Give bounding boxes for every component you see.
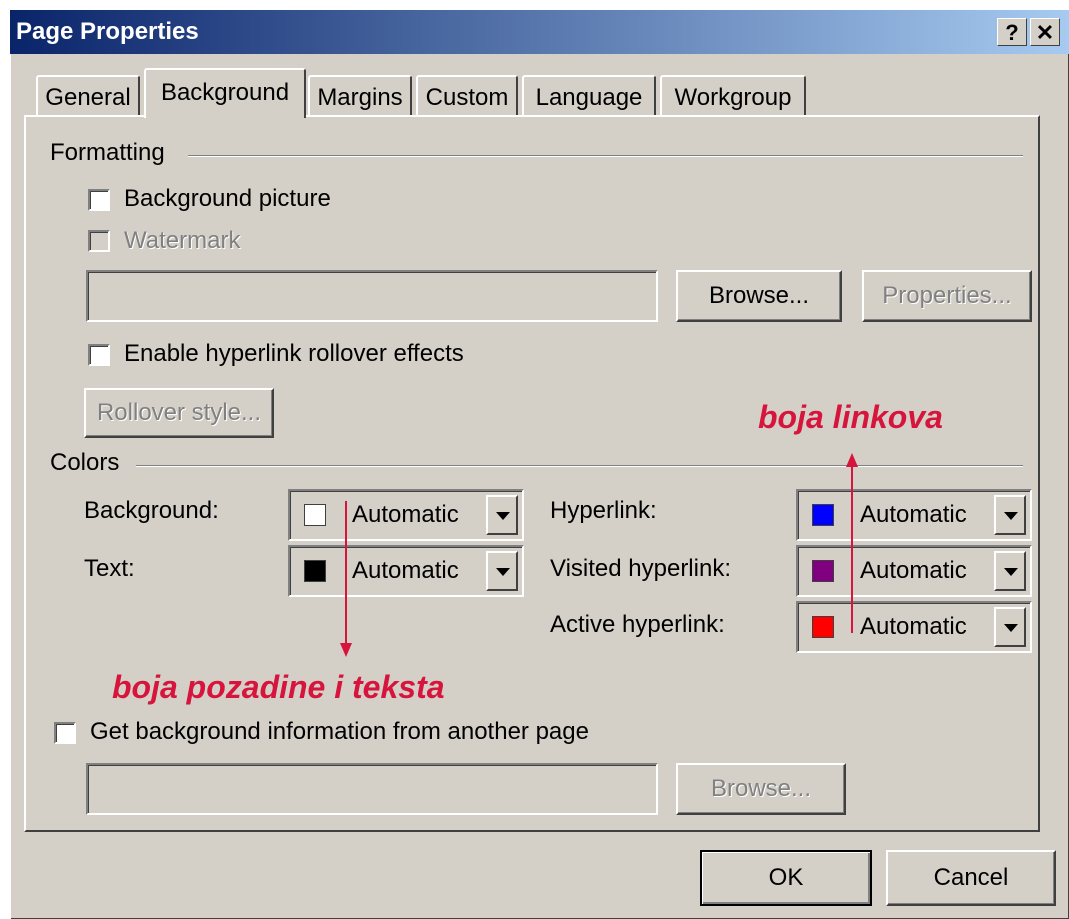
dialog-title: Page Properties xyxy=(16,18,199,45)
cancel-button[interactable]: Cancel xyxy=(886,850,1056,906)
title-bar: Page Properties ? ✕ xyxy=(10,10,1069,54)
tab-custom[interactable]: Custom xyxy=(416,75,518,117)
tab-margins[interactable]: Margins xyxy=(308,75,412,117)
tab-workgroup[interactable]: Workgroup xyxy=(660,75,806,117)
background-tab-panel: Formatting Background picture Watermark … xyxy=(24,115,1040,832)
page-properties-dialog: Page Properties ? ✕ General Background M… xyxy=(10,10,1069,919)
background-text-color-annotation: boja pozadine i teksta xyxy=(112,669,445,705)
tab-general[interactable]: General xyxy=(36,75,140,117)
other-page-background-label: Get background information from another … xyxy=(90,718,589,745)
other-page-background-checkbox[interactable] xyxy=(54,722,76,744)
tab-language[interactable]: Language xyxy=(522,75,656,117)
other-page-browse-button[interactable]: Browse... xyxy=(676,763,846,815)
ok-button[interactable]: OK xyxy=(700,850,872,906)
close-button[interactable]: ✕ xyxy=(1030,18,1060,46)
tab-background[interactable]: Background xyxy=(144,68,306,118)
help-button[interactable]: ? xyxy=(997,18,1027,46)
links-color-annotation: boja linkova xyxy=(758,399,943,435)
other-page-path-field[interactable] xyxy=(86,763,658,815)
